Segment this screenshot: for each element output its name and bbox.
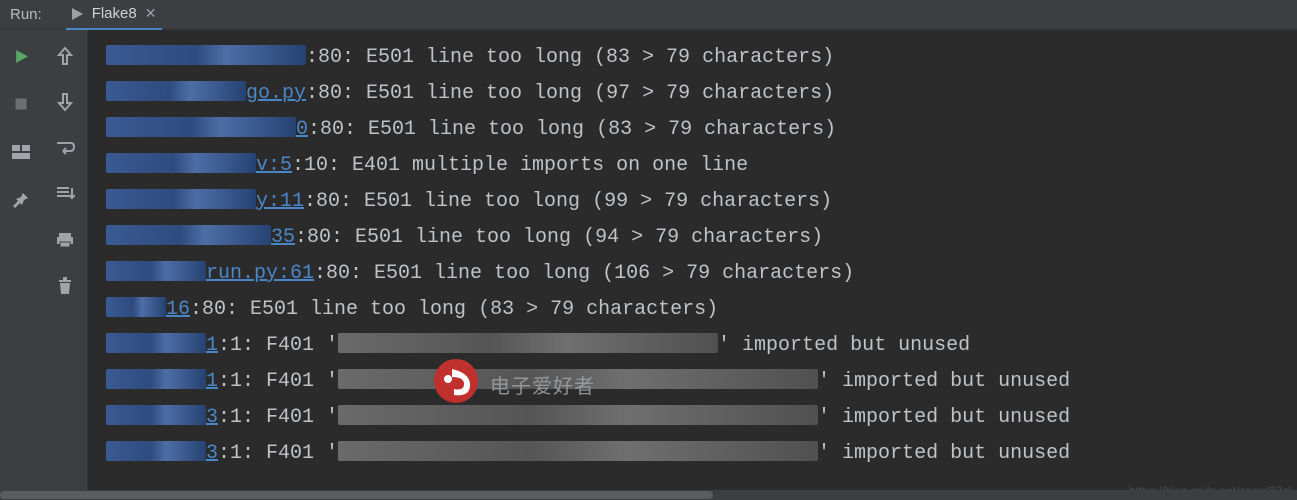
horizontal-scrollbar[interactable] [0,490,1297,500]
file-link[interactable]: 1 [206,370,218,393]
file-link[interactable]: 1 [206,334,218,357]
lint-message: :1: F401 ' [218,334,338,357]
down-icon[interactable] [51,90,79,114]
obscured-path [106,45,306,65]
obscured-path [106,297,166,317]
obscured-path [106,369,206,389]
output-line: 35:80: E501 line too long (94 > 79 chara… [106,220,1297,256]
obscured-path [106,405,206,425]
run-tool-window-body: :80: E501 line too long (83 > 79 charact… [0,30,1297,500]
obscured-path [106,333,206,353]
pin-icon[interactable] [7,188,35,212]
file-link[interactable]: 3 [206,406,218,429]
run-tool-window-header: Run: Flake8 ✕ [0,0,1297,30]
play-icon [70,7,84,21]
obscured-path [106,81,246,101]
up-icon[interactable] [51,44,79,68]
output-line: 3:1: F401 ' ' imported but unused [106,436,1297,472]
obscured-path [106,189,256,209]
file-link[interactable]: 0 [296,118,308,141]
lint-message: :80: E501 line too long (83 > 79 charact… [308,118,836,141]
obscured-path [106,225,271,245]
console-output[interactable]: :80: E501 line too long (83 > 79 charact… [88,30,1297,500]
obscured-text [338,333,718,353]
obscured-path [106,153,256,173]
lint-message: :80: E501 line too long (99 > 79 charact… [304,190,832,213]
lint-message: :80: E501 line too long (97 > 79 charact… [306,82,834,105]
file-link[interactable]: 16 [166,298,190,321]
run-label: Run: [10,6,42,23]
obscured-path [106,441,206,461]
close-icon[interactable]: ✕ [145,5,157,22]
output-line: y:11:80: E501 line too long (99 > 79 cha… [106,184,1297,220]
lint-message-tail: ' imported but unused [718,334,970,357]
run-configuration-tab[interactable]: Flake8 ✕ [66,0,163,30]
lint-message-tail: ' imported but unused [818,442,1070,465]
scroll-to-end-icon[interactable] [51,182,79,206]
file-link[interactable]: y:11 [256,190,304,213]
output-line: 1:1: F401 ' ' imported but unused [106,328,1297,364]
obscured-text [338,441,818,461]
output-line: go.py:80: E501 line too long (97 > 79 ch… [106,76,1297,112]
layout-icon[interactable] [7,140,35,164]
file-link[interactable]: 3 [206,442,218,465]
output-line: 3:1: F401 ' ' imported but unused [106,400,1297,436]
obscured-text [338,369,818,389]
lint-message: :80: E501 line too long (83 > 79 charact… [190,298,718,321]
lint-message: :1: F401 ' [218,442,338,465]
toolbar-left [0,30,42,500]
output-line: :80: E501 line too long (83 > 79 charact… [106,40,1297,76]
tab-label: Flake8 [92,5,137,22]
print-icon[interactable] [51,228,79,252]
file-link[interactable]: go.py [246,82,306,105]
output-line: 0:80: E501 line too long (83 > 79 charac… [106,112,1297,148]
file-link[interactable]: 35 [271,226,295,249]
scrollbar-thumb[interactable] [0,491,713,499]
lint-message: :80: E501 line too long (106 > 79 charac… [314,262,854,285]
file-link[interactable]: v:5 [256,154,292,177]
lint-message: :1: F401 ' [218,370,338,393]
lint-message: :80: E501 line too long (94 > 79 charact… [295,226,823,249]
lint-message: :10: E401 multiple imports on one line [292,154,748,177]
file-link[interactable]: run.py:61 [206,262,314,285]
stop-button[interactable] [7,92,35,116]
soft-wrap-icon[interactable] [51,136,79,160]
toolbar-secondary [42,30,88,500]
output-line: run.py:61:80: E501 line too long (106 > … [106,256,1297,292]
obscured-path [106,117,296,137]
lint-message-tail: ' imported but unused [818,370,1070,393]
obscured-text [338,405,818,425]
lint-message: :80: E501 line too long (83 > 79 charact… [306,46,834,69]
output-line: 16:80: E501 line too long (83 > 79 chara… [106,292,1297,328]
output-line: v:5:10: E401 multiple imports on one lin… [106,148,1297,184]
lint-message: :1: F401 ' [218,406,338,429]
run-button[interactable] [7,44,35,68]
obscured-path [106,261,206,281]
trash-icon[interactable] [51,274,79,298]
lint-message-tail: ' imported but unused [818,406,1070,429]
output-line: 1:1: F401 ' ' imported but unused [106,364,1297,400]
